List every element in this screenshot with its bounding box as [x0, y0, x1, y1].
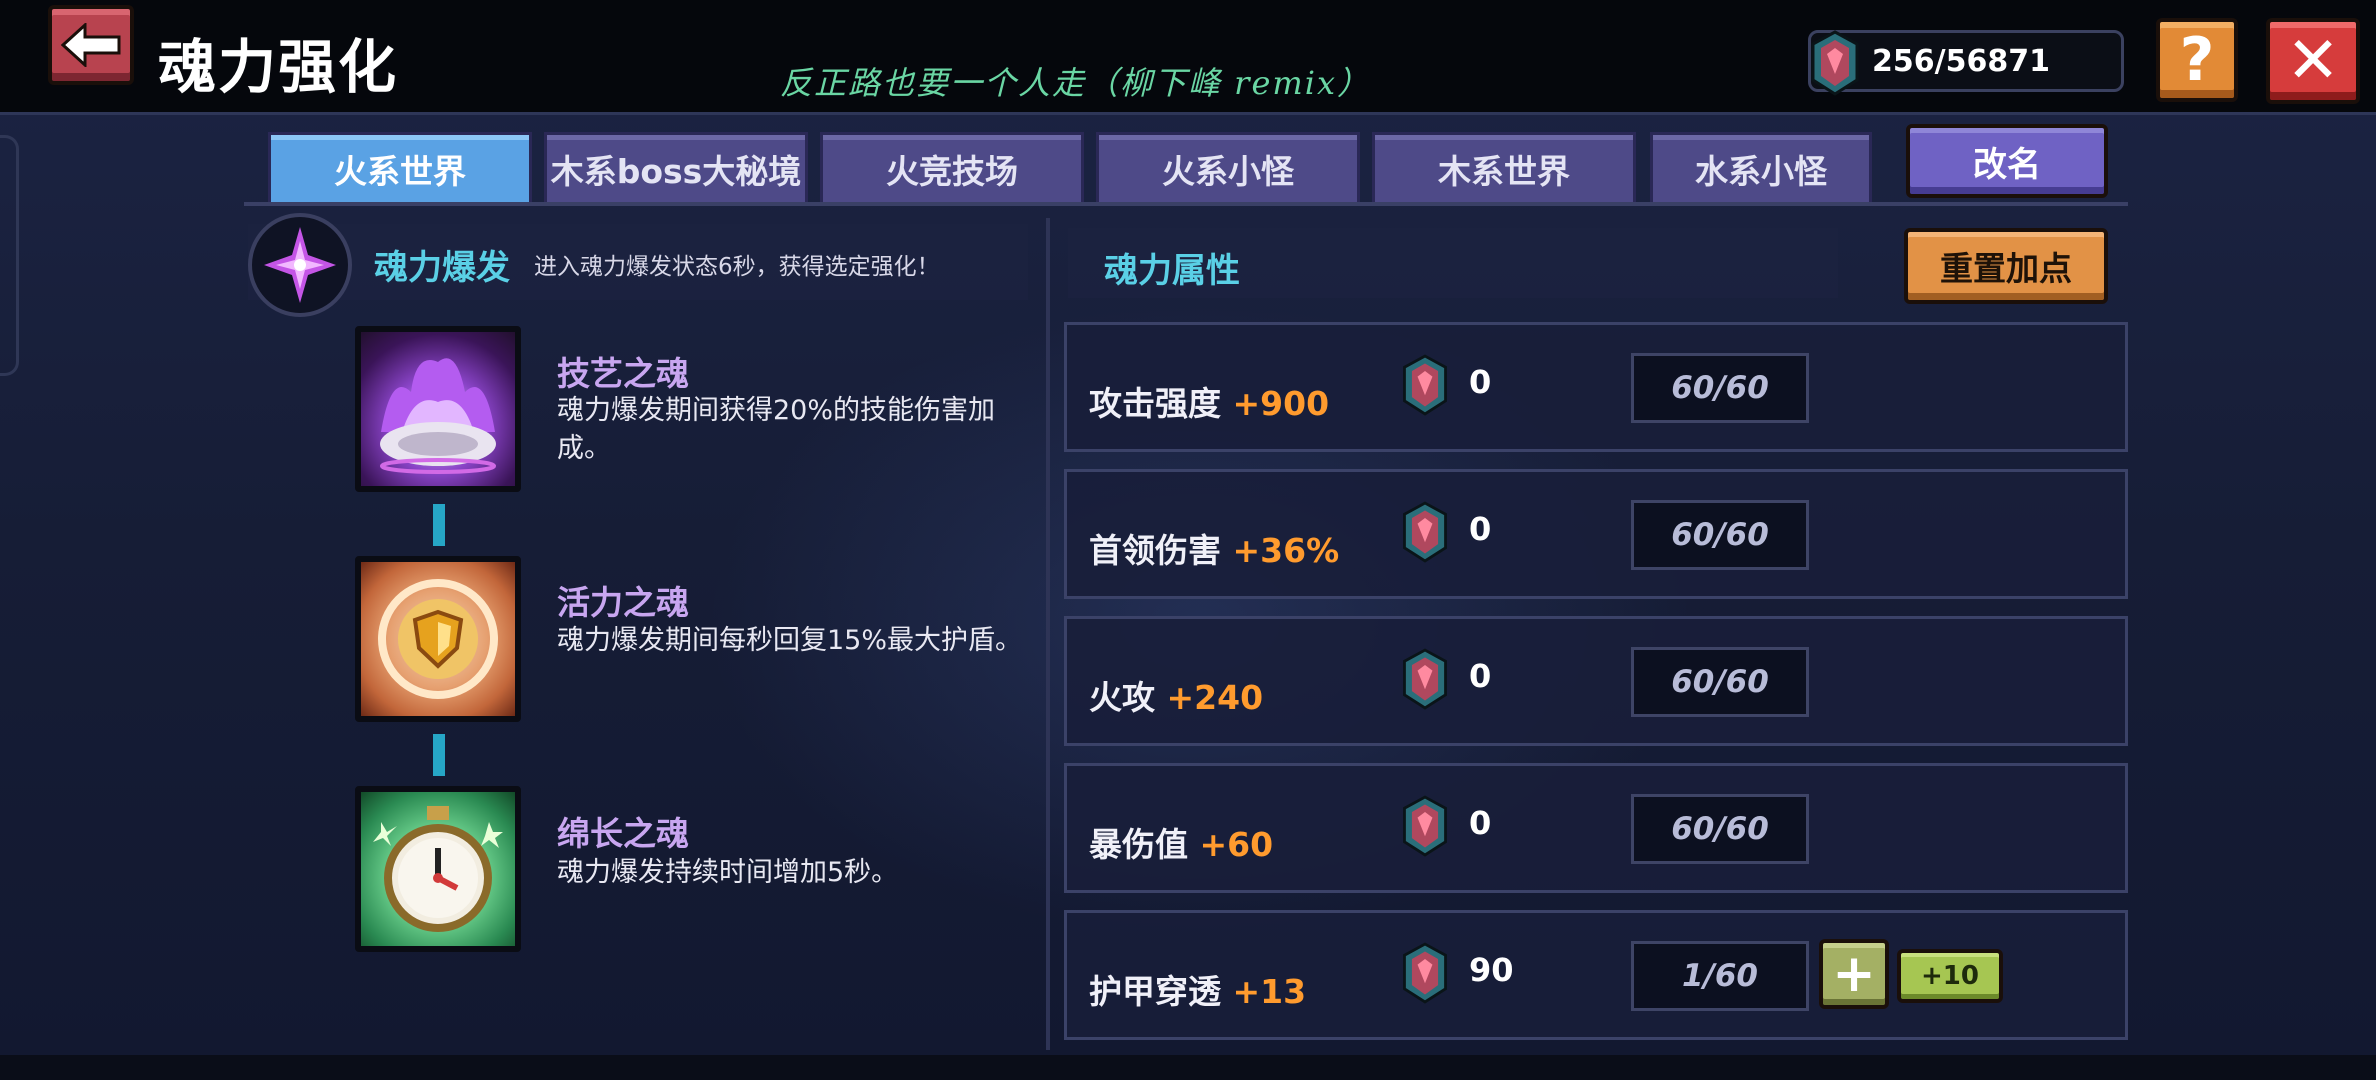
add-point-button[interactable]: + — [1819, 939, 1889, 1009]
tab-wood-world[interactable]: 木系世界 — [1372, 132, 1636, 202]
add-ten-points-button[interactable]: +10 — [1897, 949, 2003, 1003]
attribute-cost: 90 — [1469, 951, 1514, 989]
attribute-bonus: +36% — [1232, 531, 1340, 570]
soul-connector — [433, 504, 445, 546]
soul-gem-icon — [1403, 354, 1447, 416]
close-button[interactable]: ✕ — [2266, 18, 2360, 104]
attribute-row-fire-attack: 火攻 +240 0 60/60 — [1064, 616, 2128, 746]
tab-fire-mobs[interactable]: 火系小怪 — [1096, 132, 1360, 202]
attribute-cost: 0 — [1469, 657, 1492, 695]
attribute-row-boss-damage: 首领伤害 +36% 0 60/60 — [1064, 469, 2128, 599]
soul-gem-icon — [1811, 30, 1859, 96]
attribute-level: 60/60 — [1631, 794, 1809, 864]
attribute-level: 60/60 — [1631, 500, 1809, 570]
attribute-name: 首领伤害 +36% — [1089, 531, 1340, 570]
shield-emblem-icon — [378, 579, 498, 699]
side-drawer-handle[interactable] — [0, 135, 19, 376]
soul-gem-icon — [1403, 942, 1447, 1004]
attribute-bonus: +900 — [1232, 384, 1330, 423]
soul-vitality-card[interactable] — [355, 556, 521, 722]
attribute-level: 60/60 — [1631, 647, 1809, 717]
tab-fire-arena[interactable]: 火竞技场 — [820, 132, 1084, 202]
stopwatch-icon — [373, 806, 503, 932]
soul-connector — [433, 734, 445, 776]
soul-attributes-title: 魂力属性 — [1104, 251, 1240, 291]
soul-skill-name: 技艺之魂 — [557, 354, 689, 393]
soul-skill-description: 魂力爆发期间获得20%的技能伤害加成。 — [557, 395, 996, 464]
attribute-bonus: +13 — [1232, 972, 1307, 1011]
soul-skill-card[interactable] — [355, 326, 521, 492]
tab-fire-world[interactable]: 火系世界 — [268, 132, 532, 202]
soul-burst-description: 进入魂力爆发状态6秒，获得选定强化！ — [534, 254, 940, 280]
attribute-row-attack-power: 攻击强度 +900 0 60/60 — [1064, 322, 2128, 452]
reset-points-button[interactable]: 重置加点 — [1904, 228, 2108, 304]
soul-burst-title: 魂力爆发 — [374, 248, 510, 288]
rename-button[interactable]: 改名 — [1906, 124, 2108, 198]
attribute-row-armor-penetration: 护甲穿透 +13 90 1/60 + +10 — [1064, 910, 2128, 1040]
attribute-name: 火攻 +240 — [1089, 678, 1264, 717]
soul-endurance-name: 绵长之魂 — [557, 814, 689, 853]
soul-crystal-icon — [264, 227, 336, 303]
tab-divider — [244, 202, 2128, 206]
soul-endurance-description: 魂力爆发持续时间增加5秒。 — [557, 857, 899, 888]
tab-wood-boss-rift[interactable]: 木系boss大秘境 — [544, 132, 808, 202]
attribute-bonus: +240 — [1166, 678, 1264, 717]
soul-vitality-name: 活力之魂 — [557, 583, 689, 622]
song-caption: 反正路也要一个人走（柳下峰 remix） — [780, 64, 1372, 102]
attribute-cost: 0 — [1469, 363, 1492, 401]
tab-water-mobs[interactable]: 水系小怪 — [1650, 132, 1872, 202]
soul-gem-icon — [1403, 795, 1447, 857]
attribute-level: 1/60 — [1631, 941, 1809, 1011]
bottom-bar — [0, 1055, 2376, 1080]
back-arrow-icon — [61, 23, 121, 67]
attribute-bonus: +60 — [1199, 825, 1274, 864]
soul-endurance-card[interactable] — [355, 786, 521, 952]
attribute-name: 暴伤值 +60 — [1089, 825, 1274, 864]
close-icon: ✕ — [2286, 24, 2340, 98]
back-button[interactable] — [48, 5, 134, 85]
soul-gem-icon — [1403, 501, 1447, 563]
help-button[interactable]: ? — [2156, 18, 2238, 102]
attribute-cost: 0 — [1469, 804, 1492, 842]
panel-divider — [1046, 218, 1050, 1050]
attribute-cost: 0 — [1469, 510, 1492, 548]
question-icon: ? — [2179, 25, 2215, 95]
attribute-name: 护甲穿透 +13 — [1089, 972, 1307, 1011]
attribute-level: 60/60 — [1631, 353, 1809, 423]
soul-gem-icon — [1403, 648, 1447, 710]
soul-currency-value: 256/56871 — [1872, 44, 2050, 79]
attribute-name: 攻击强度 +900 — [1089, 384, 1330, 423]
soul-burst-emblem — [248, 213, 352, 317]
soul-vitality-description: 魂力爆发期间每秒回复15%最大护盾。 — [557, 625, 1023, 656]
page-title: 魂力强化 — [158, 33, 399, 101]
attribute-row-crit-damage: 暴伤值 +60 0 60/60 — [1064, 763, 2128, 893]
purple-flame-icon — [380, 358, 496, 474]
